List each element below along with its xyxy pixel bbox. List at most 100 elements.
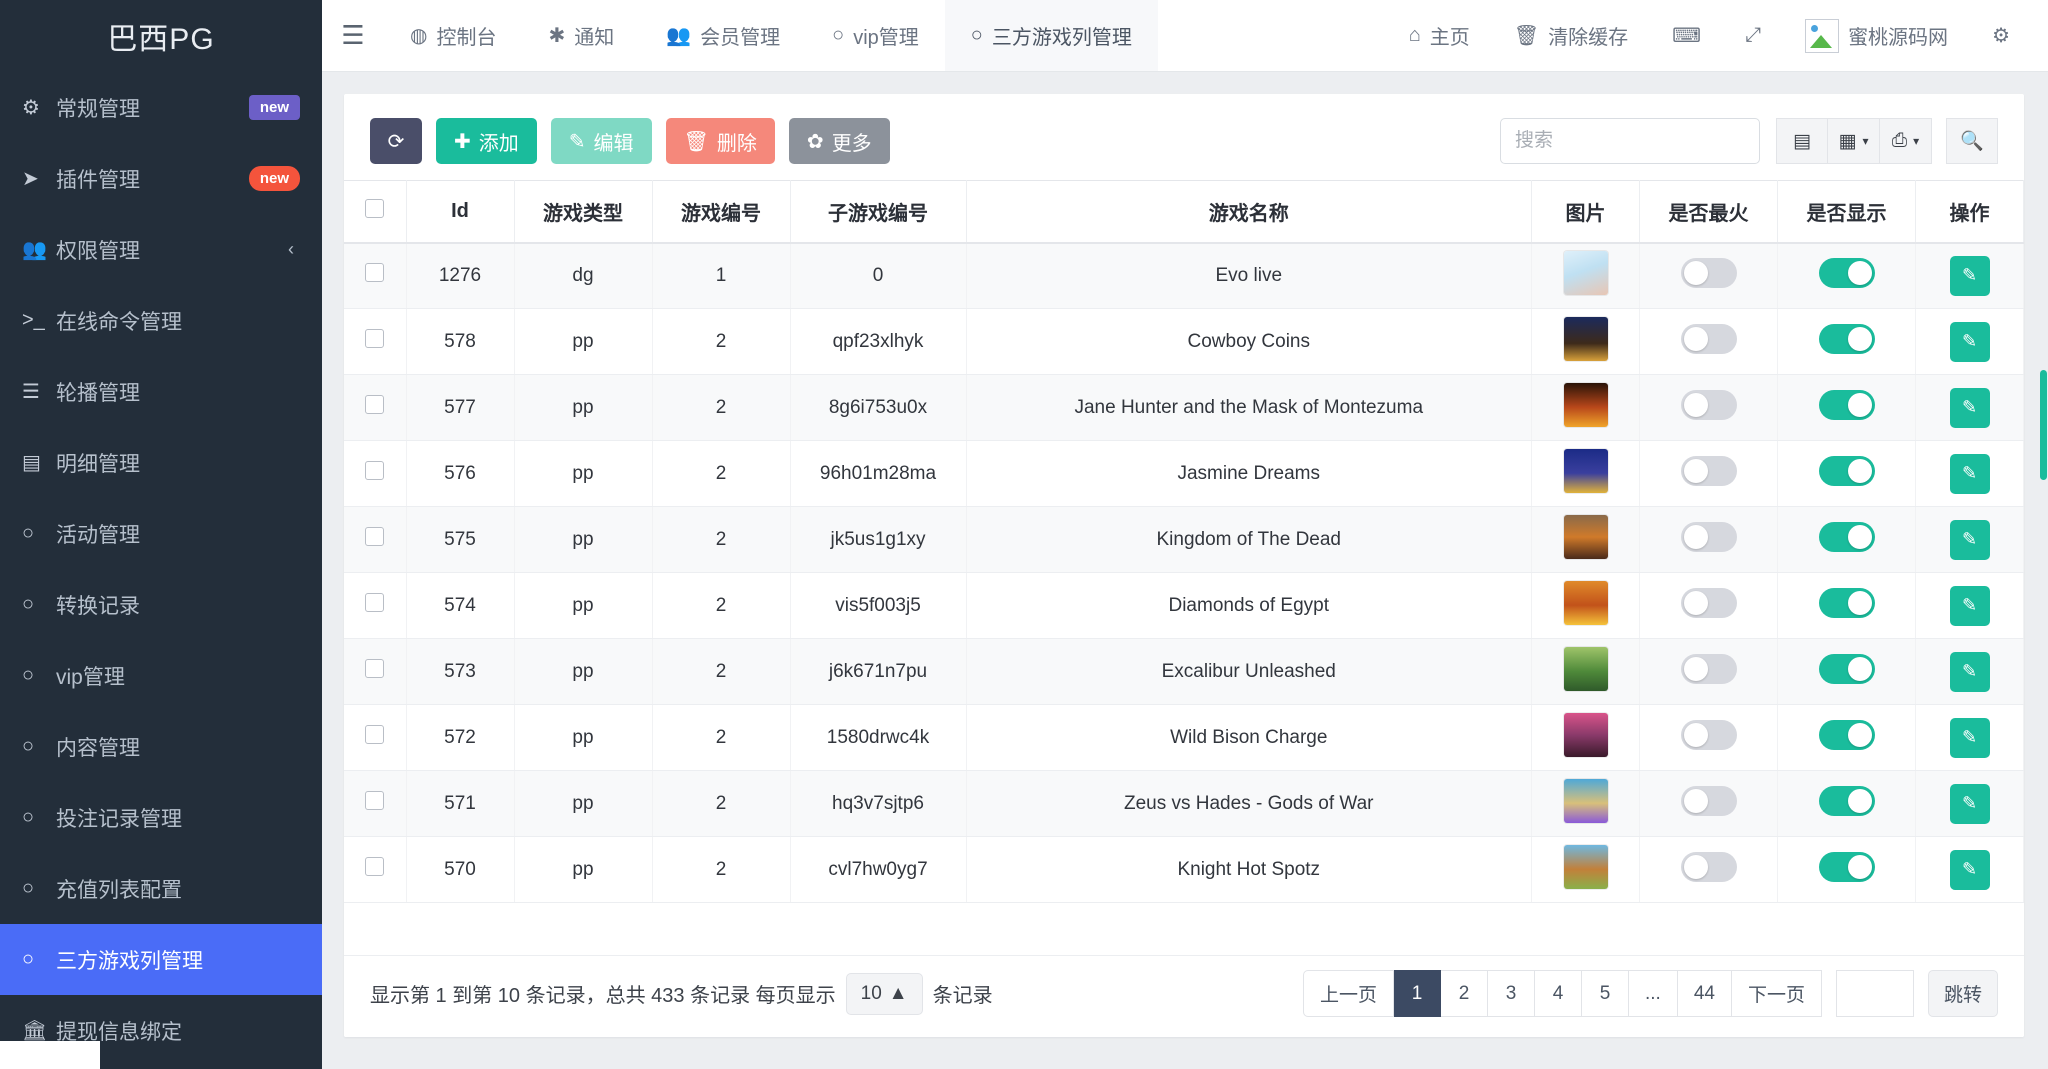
is-hot-toggle[interactable] bbox=[1681, 522, 1737, 552]
select-all-checkbox[interactable] bbox=[365, 199, 384, 218]
table-row[interactable]: 571pp2hq3v7sjtp6Zeus vs Hades - Gods of … bbox=[344, 771, 2024, 837]
pagination-item-4[interactable]: 4 bbox=[1535, 970, 1582, 1017]
is-visible-toggle[interactable] bbox=[1819, 654, 1875, 684]
columns-icon[interactable]: ▤ bbox=[1776, 118, 1828, 164]
row-edit-button[interactable]: ✎ bbox=[1950, 454, 1990, 494]
pagination-item-8[interactable]: 下一页 bbox=[1732, 970, 1822, 1017]
row-checkbox[interactable] bbox=[365, 725, 384, 744]
row-checkbox[interactable] bbox=[365, 263, 384, 282]
sidebar-item-1[interactable]: ➤插件管理new bbox=[0, 143, 322, 214]
is-hot-toggle[interactable] bbox=[1681, 654, 1737, 684]
is-visible-toggle[interactable] bbox=[1819, 588, 1875, 618]
grid-icon[interactable]: ▦▾ bbox=[1828, 118, 1880, 164]
table-row[interactable]: 577pp28g6i753u0xJane Hunter and the Mask… bbox=[344, 375, 2024, 441]
sidebar-item-5[interactable]: ▤明细管理 bbox=[0, 427, 322, 498]
topbar-action-3[interactable]: ⤢ bbox=[1723, 0, 1783, 72]
pagination-item-3[interactable]: 3 bbox=[1488, 970, 1535, 1017]
table-row[interactable]: 570pp2cvl7hw0yg7Knight Hot Spotz✎ bbox=[344, 837, 2024, 903]
pagination-item-5[interactable]: 5 bbox=[1582, 970, 1629, 1017]
is-visible-toggle[interactable] bbox=[1819, 324, 1875, 354]
row-edit-button[interactable]: ✎ bbox=[1950, 388, 1990, 428]
search-icon[interactable]: 🔍 bbox=[1946, 118, 1998, 164]
is-hot-toggle[interactable] bbox=[1681, 588, 1737, 618]
row-checkbox[interactable] bbox=[365, 527, 384, 546]
table-row[interactable]: 573pp2j6k671n7puExcalibur Unleashed✎ bbox=[344, 639, 2024, 705]
is-visible-toggle[interactable] bbox=[1819, 390, 1875, 420]
table-row[interactable]: 576pp296h01m28maJasmine Dreams✎ bbox=[344, 441, 2024, 507]
refresh-button[interactable]: ⟳ bbox=[370, 118, 422, 164]
sidebar-item-2[interactable]: 👥权限管理‹ bbox=[0, 214, 322, 285]
row-edit-button[interactable]: ✎ bbox=[1950, 520, 1990, 560]
tab-2[interactable]: 👥会员管理 bbox=[640, 0, 806, 71]
tab-0[interactable]: ◍控制台 bbox=[384, 0, 522, 71]
sidebar-item-4[interactable]: ☰轮播管理 bbox=[0, 356, 322, 427]
row-edit-button[interactable]: ✎ bbox=[1950, 322, 1990, 362]
row-checkbox[interactable] bbox=[365, 461, 384, 480]
row-checkbox[interactable] bbox=[365, 593, 384, 612]
row-checkbox[interactable] bbox=[365, 857, 384, 876]
table-row[interactable]: 1276dg10Evo live✎ bbox=[344, 243, 2024, 309]
page-size-select[interactable]: 10 ▲ bbox=[846, 973, 923, 1015]
topbar-action-1[interactable]: 🗑清除缓存 bbox=[1492, 0, 1650, 72]
is-hot-toggle[interactable] bbox=[1681, 324, 1737, 354]
page-scrollbar-thumb[interactable] bbox=[2040, 370, 2047, 480]
row-edit-button[interactable]: ✎ bbox=[1950, 850, 1990, 890]
row-edit-button[interactable]: ✎ bbox=[1950, 586, 1990, 626]
delete-button[interactable]: 🗑 删除 bbox=[666, 118, 775, 164]
is-hot-toggle[interactable] bbox=[1681, 456, 1737, 486]
table-row[interactable]: 572pp21580drwc4kWild Bison Charge✎ bbox=[344, 705, 2024, 771]
is-hot-toggle[interactable] bbox=[1681, 852, 1737, 882]
page-jump-button[interactable]: 跳转 bbox=[1928, 970, 1998, 1017]
sidebar-item-11[interactable]: ○充值列表配置 bbox=[0, 853, 322, 924]
pagination-item-7[interactable]: 44 bbox=[1678, 970, 1732, 1017]
table-row[interactable]: 575pp2jk5us1g1xyKingdom of The Dead✎ bbox=[344, 507, 2024, 573]
is-hot-toggle[interactable] bbox=[1681, 390, 1737, 420]
edit-button[interactable]: ✎ 编辑 bbox=[551, 118, 652, 164]
page-scrollbar-track[interactable] bbox=[2039, 0, 2048, 1069]
is-visible-toggle[interactable] bbox=[1819, 258, 1875, 288]
is-visible-toggle[interactable] bbox=[1819, 720, 1875, 750]
row-edit-button[interactable]: ✎ bbox=[1950, 718, 1990, 758]
row-checkbox[interactable] bbox=[365, 791, 384, 810]
is-hot-toggle[interactable] bbox=[1681, 720, 1737, 750]
is-visible-toggle[interactable] bbox=[1819, 522, 1875, 552]
pagination-item-2[interactable]: 2 bbox=[1441, 970, 1488, 1017]
sidebar-item-3[interactable]: >_在线命令管理 bbox=[0, 285, 322, 356]
row-checkbox[interactable] bbox=[365, 329, 384, 348]
table-row[interactable]: 574pp2vis5f003j5Diamonds of Egypt✎ bbox=[344, 573, 2024, 639]
row-edit-button[interactable]: ✎ bbox=[1950, 256, 1990, 296]
topbar-action-5[interactable]: ⚙ bbox=[1970, 0, 2032, 72]
is-hot-toggle[interactable] bbox=[1681, 258, 1737, 288]
pagination-item-0[interactable]: 上一页 bbox=[1303, 970, 1394, 1017]
sidebar-item-12[interactable]: ○三方游戏列管理 bbox=[0, 924, 322, 995]
sidebar-item-6[interactable]: ○活动管理 bbox=[0, 498, 322, 569]
topbar-action-0[interactable]: ⌂主页 bbox=[1387, 0, 1492, 72]
row-checkbox[interactable] bbox=[365, 659, 384, 678]
export-icon[interactable]: ⎙▾ bbox=[1880, 118, 1932, 164]
is-visible-toggle[interactable] bbox=[1819, 456, 1875, 486]
is-hot-toggle[interactable] bbox=[1681, 786, 1737, 816]
sidebar-item-10[interactable]: ○投注记录管理 bbox=[0, 782, 322, 853]
tab-1[interactable]: ✱通知 bbox=[522, 0, 640, 71]
row-edit-button[interactable]: ✎ bbox=[1950, 652, 1990, 692]
add-button[interactable]: ✚ 添加 bbox=[436, 118, 537, 164]
is-visible-toggle[interactable] bbox=[1819, 852, 1875, 882]
is-visible-toggle[interactable] bbox=[1819, 786, 1875, 816]
pagination-item-1[interactable]: 1 bbox=[1394, 970, 1441, 1017]
sidebar-item-0[interactable]: ⚙常规管理new bbox=[0, 72, 322, 143]
topbar-action-2[interactable]: ⌨ bbox=[1650, 0, 1723, 72]
menu-toggle-icon[interactable]: ☰ bbox=[322, 0, 384, 71]
row-edit-button[interactable]: ✎ bbox=[1950, 784, 1990, 824]
page-jump-input[interactable] bbox=[1836, 970, 1914, 1017]
search-input[interactable] bbox=[1500, 118, 1760, 164]
more-button[interactable]: ✿ 更多 bbox=[789, 118, 890, 164]
sidebar-item-7[interactable]: ○转换记录 bbox=[0, 569, 322, 640]
topbar-action-4[interactable]: 蜜桃源码网 bbox=[1783, 0, 1970, 72]
row-checkbox[interactable] bbox=[365, 395, 384, 414]
sidebar-item-8[interactable]: ○vip管理 bbox=[0, 640, 322, 711]
pagination-item-6[interactable]: ... bbox=[1629, 970, 1678, 1017]
tab-4[interactable]: ○三方游戏列管理 bbox=[945, 0, 1158, 71]
sidebar-item-9[interactable]: ○内容管理 bbox=[0, 711, 322, 782]
tab-3[interactable]: ○vip管理 bbox=[806, 0, 945, 71]
table-row[interactable]: 578pp2qpf23xlhykCowboy Coins✎ bbox=[344, 309, 2024, 375]
